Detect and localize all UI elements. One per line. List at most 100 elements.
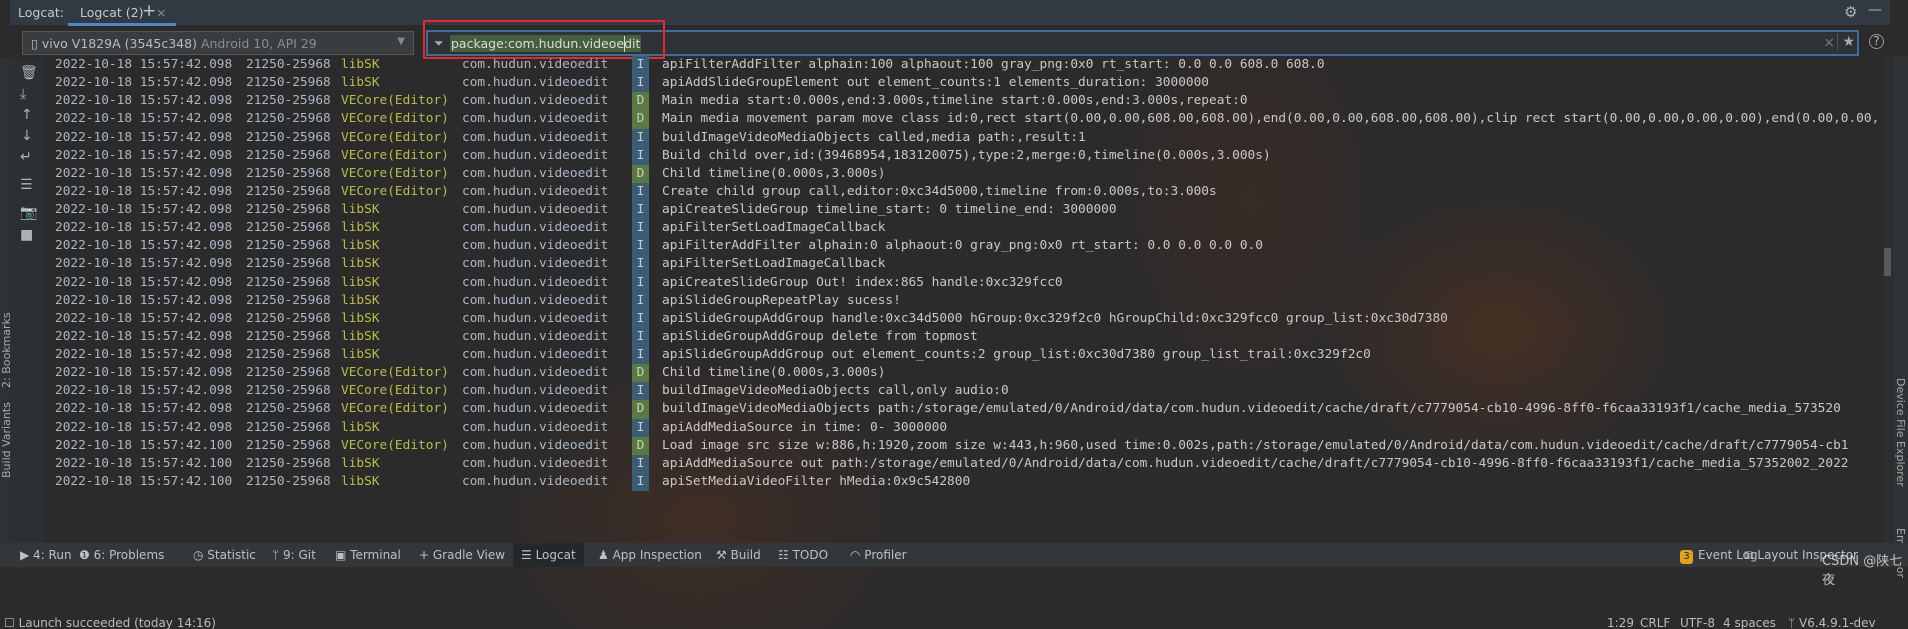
log-row[interactable]: 2022-10-18 15:57:42.098 21250-25968 libSK c… — [45, 327, 1883, 347]
log-row[interactable]: 2022-10-18 15:57:42.098 21250-25968 libSK c… — [45, 273, 1883, 292]
log-row[interactable]: 2022-10-18 15:57:42.098 21250-25968 VECore… — [45, 110, 1883, 129]
log-row[interactable]: 2022-10-18 15:57:42.100 21250-25968 libSK c… — [45, 454, 1883, 474]
log-timestamp: 2022-10-18 15:57:42.098 — [55, 347, 233, 363]
log-tag: VECore(Editor) — [341, 365, 449, 381]
git-branch[interactable]: ᛘ V6.4.9.1-dev — [1788, 611, 1876, 629]
git-label: 9: Git — [283, 548, 316, 562]
file-encoding[interactable]: UTF-8 — [1680, 611, 1715, 629]
settings-sliders-icon[interactable]: ☰ — [20, 178, 33, 192]
tab-logcat-2[interactable]: Logcat (2) × — [68, 0, 176, 26]
scroll-to-end-icon[interactable]: ⤓ — [20, 87, 26, 101]
clear-icon[interactable]: × — [1823, 35, 1835, 51]
log-timestamp: 2022-10-18 15:57:42.098 — [55, 328, 233, 344]
log-row[interactable]: 2022-10-18 15:57:42.098 21250-25968 VECore… — [45, 164, 1883, 183]
gear-icon[interactable]: ⚙ — [1844, 5, 1857, 20]
log-message: apiFilterAddFilter alphain:0 alphaout:0 … — [662, 238, 1263, 254]
log-level-badge: I — [632, 201, 649, 220]
log-row[interactable]: 2022-10-18 15:57:42.098 21250-25968 libSK c… — [45, 74, 1883, 93]
device-file-explorer-tab[interactable]: Device File Explorer — [1894, 378, 1907, 487]
log-tag: libSK — [341, 202, 380, 218]
tab-label: Logcat (2) — [80, 5, 144, 20]
log-row[interactable]: 2022-10-18 15:57:42.098 21250-25968 libSK c… — [45, 237, 1883, 256]
log-row[interactable]: 2022-10-18 15:57:42.098 21250-25968 VECore… — [45, 364, 1883, 383]
run-tab[interactable]: ▶ 4: Run — [20, 543, 72, 567]
log-row[interactable]: 2022-10-18 15:57:42.100 21250-25968 libSK c… — [45, 472, 1883, 492]
log-row[interactable]: 2022-10-18 15:57:42.098 21250-25968 libSK c… — [45, 418, 1883, 437]
log-level-badge: I — [632, 146, 649, 165]
terminal-tab[interactable]: ▣ Terminal — [335, 543, 401, 567]
minimize-icon[interactable]: — — [1868, 3, 1882, 17]
log-level-badge: I — [632, 255, 649, 274]
logcat-tool-tab[interactable]: ☰ Logcat — [513, 543, 584, 567]
log-level-badge: D — [632, 92, 649, 111]
log-pid: 21250-25968 — [246, 292, 331, 308]
log-row[interactable]: 2022-10-18 15:57:42.098 21250-25968 libSK c… — [45, 291, 1883, 310]
git-tab[interactable]: ᛘ 9: Git — [272, 543, 316, 567]
build-tab[interactable]: ⚒ Build — [716, 543, 761, 567]
log-pid: 21250-25968 — [246, 419, 331, 435]
arrow-up-icon[interactable]: ↑ — [21, 108, 33, 122]
gradle-view-tab[interactable]: + Gradle View — [419, 543, 505, 567]
log-message: apiCreateSlideGroup timeline_start: 0 ti… — [662, 202, 1117, 218]
log-pid: 21250-25968 — [246, 473, 331, 489]
log-row[interactable]: 2022-10-18 15:57:42.098 21250-25968 VECore… — [45, 92, 1883, 111]
star-icon[interactable]: ★ — [1837, 34, 1855, 50]
status-message[interactable]: ☐ Launch succeeded (today 14:16) — [4, 611, 216, 629]
log-row[interactable]: 2022-10-18 15:57:42.098 21250-25968 libSK c… — [45, 346, 1883, 365]
log-tag: libSK — [341, 310, 380, 326]
log-row[interactable]: 2022-10-18 15:57:42.098 21250-25968 VECore… — [45, 182, 1883, 202]
todo-tab[interactable]: ☷ TODO — [778, 543, 828, 567]
caret-position[interactable]: 1:29 — [1607, 611, 1634, 629]
log-timestamp: 2022-10-18 15:57:42.098 — [55, 183, 233, 199]
log-package: com.hudun.videoedit — [462, 183, 609, 199]
log-pid: 21250-25968 — [246, 111, 331, 127]
log-pid: 21250-25968 — [246, 328, 331, 344]
profiler-tab[interactable]: ◠ Profiler — [850, 543, 907, 567]
log-row[interactable]: 2022-10-18 15:57:42.098 21250-25968 VECore… — [45, 400, 1883, 419]
log-row[interactable]: 2022-10-18 15:57:42.098 21250-25968 libSK c… — [45, 309, 1883, 328]
add-tab-icon[interactable]: + — [142, 1, 156, 21]
log-tag: libSK — [341, 238, 380, 254]
help-icon[interactable]: ? — [1869, 34, 1884, 49]
log-tag: libSK — [341, 75, 380, 91]
camera-icon[interactable]: 📷 — [20, 206, 37, 220]
trash-icon[interactable]: 🗑 — [20, 66, 38, 80]
vertical-scrollbar[interactable] — [1883, 56, 1892, 543]
log-message: apiAddMediaSource out path:/storage/emul… — [662, 455, 1849, 471]
log-row[interactable]: 2022-10-18 15:57:42.098 21250-25968 VECore… — [45, 382, 1883, 401]
log-row[interactable]: 2022-10-18 15:57:42.098 21250-25968 libSK c… — [45, 219, 1883, 238]
video-record-icon[interactable]: ■ — [20, 228, 33, 242]
log-timestamp: 2022-10-18 15:57:42.098 — [55, 93, 233, 109]
indent-setting[interactable]: 4 spaces — [1723, 611, 1776, 629]
log-message: Child timeline(0.000s,3.000s) — [662, 165, 886, 181]
log-row[interactable]: 2022-10-18 15:57:42.100 21250-25968 VECore… — [45, 436, 1883, 455]
close-icon[interactable]: × — [156, 5, 166, 20]
log-tag: VECore(Editor) — [341, 437, 449, 453]
scrollbar-thumb[interactable] — [1884, 248, 1891, 276]
log-row[interactable]: 2022-10-18 15:57:42.098 21250-25968 VECore… — [45, 146, 1883, 165]
log-level-badge: I — [632, 327, 649, 347]
log-package: com.hudun.videoedit — [462, 57, 609, 72]
log-tag: libSK — [341, 347, 380, 363]
log-row[interactable]: 2022-10-18 15:57:42.098 21250-25968 libSK c… — [45, 56, 1883, 75]
soft-wrap-icon[interactable]: ↵ — [20, 150, 32, 164]
log-package: com.hudun.videoedit — [462, 455, 609, 471]
arrow-down-icon[interactable]: ↓ — [21, 129, 33, 143]
log-message: Load image src size w:886,h:1920,zoom si… — [662, 437, 1849, 453]
device-selector[interactable]: ▯ vivo V1829A (3545c348) Android 10, API… — [22, 31, 414, 55]
log-row[interactable]: 2022-10-18 15:57:42.098 21250-25968 libSK c… — [45, 255, 1883, 274]
problems-tab[interactable]: ❶ 6: Problems — [79, 543, 164, 567]
log-timestamp: 2022-10-18 15:57:42.098 — [55, 256, 233, 272]
log-package: com.hudun.videoedit — [462, 437, 609, 453]
statistic-tab[interactable]: ◷ Statistic — [193, 543, 256, 567]
phone-icon: ▯ — [31, 36, 38, 51]
line-separator[interactable]: CRLF — [1640, 611, 1670, 629]
log-row[interactable]: 2022-10-18 15:57:42.098 21250-25968 VECore… — [45, 128, 1883, 147]
log-pid: 21250-25968 — [246, 57, 331, 72]
log-pid: 21250-25968 — [246, 437, 331, 453]
log-timestamp: 2022-10-18 15:57:42.098 — [55, 401, 233, 417]
app-inspection-tab[interactable]: ♟ App Inspection — [598, 543, 702, 567]
highlight-annotation — [423, 20, 665, 59]
log-row[interactable]: 2022-10-18 15:57:42.098 21250-25968 libSK c… — [45, 201, 1883, 220]
logcat-output[interactable]: 2022-10-18 15:57:42.098 21250-25968 libSK c… — [45, 56, 1883, 543]
